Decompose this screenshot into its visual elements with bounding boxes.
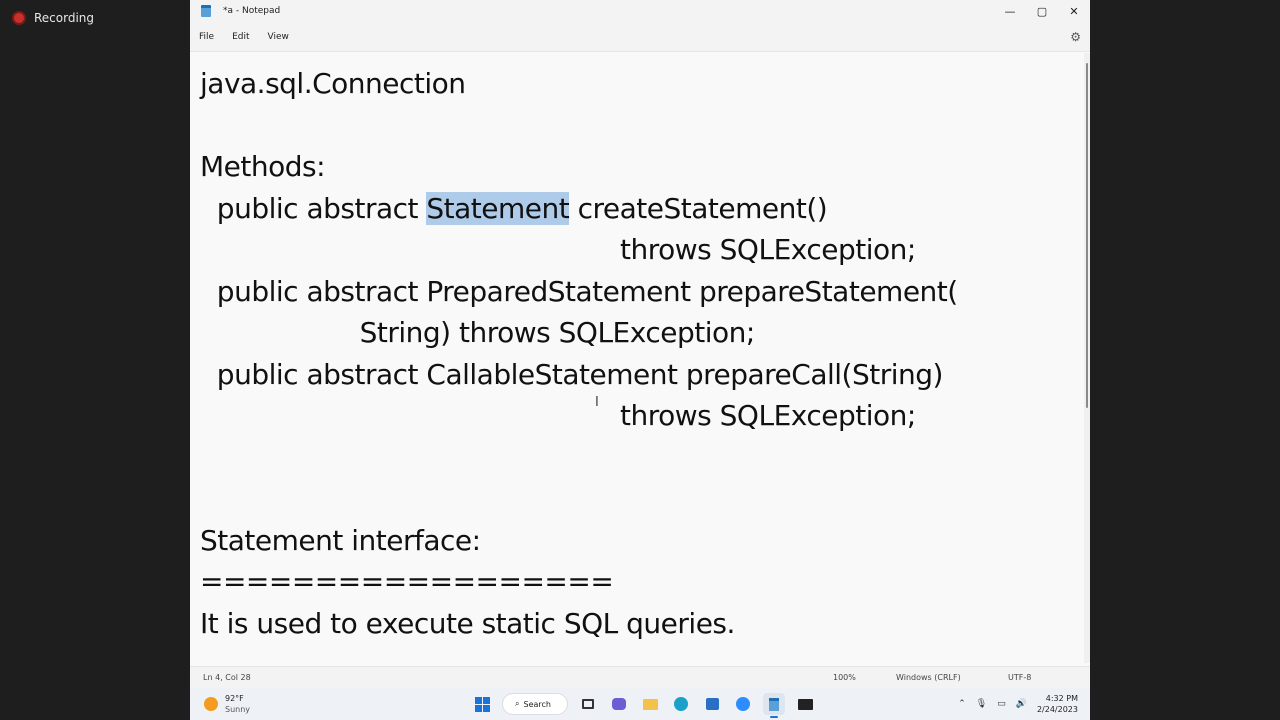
- scrollbar-thumb[interactable]: [1086, 63, 1088, 408]
- active-indicator: [770, 716, 778, 718]
- search-icon: ⌕: [515, 699, 520, 708]
- edge-browser-icon[interactable]: [670, 693, 692, 715]
- notepad-window: *a - Notepad — ▢ ✕ File Edit View ⚙ java…: [190, 0, 1090, 688]
- sun-icon: [204, 697, 218, 711]
- recording-label: Recording: [34, 11, 95, 25]
- menu-view[interactable]: View: [259, 32, 298, 42]
- status-bar: Ln 4, Col 28 100% Windows (CRLF) UTF-8: [190, 666, 1090, 688]
- weather-temp: 92°F: [225, 694, 244, 703]
- system-tray: ⌃ 🎙 ▭ 🔊 4:32 PM 2/24/2023: [958, 693, 1078, 715]
- zoom-app-icon[interactable]: [732, 693, 754, 715]
- close-button[interactable]: ✕: [1058, 0, 1090, 22]
- task-view-icon[interactable]: [577, 693, 599, 715]
- text-cursor-icon: I: [595, 395, 599, 410]
- weather-desc: Sunny: [225, 705, 251, 714]
- chevron-up-icon[interactable]: ⌃: [958, 699, 966, 709]
- recording-indicator[interactable]: Recording: [12, 11, 94, 25]
- start-button[interactable]: [471, 693, 493, 715]
- store-icon[interactable]: [701, 693, 723, 715]
- file-explorer-icon[interactable]: [639, 693, 661, 715]
- notepad-icon: [201, 5, 211, 17]
- clock-date: 2/24/2023: [1036, 705, 1078, 714]
- microphone-icon[interactable]: 🎙: [976, 699, 987, 709]
- search-label: Search: [523, 699, 551, 709]
- selected-text[interactable]: Statement: [426, 191, 570, 225]
- volume-icon[interactable]: 🔊: [1016, 699, 1027, 709]
- terminal-icon[interactable]: [794, 693, 816, 715]
- weather-widget[interactable]: 92°F Sunny: [204, 693, 250, 715]
- line-ending: Windows (CRLF): [896, 673, 961, 682]
- clock-time: 4:32 PM: [1045, 694, 1078, 703]
- zoom-level: 100%: [833, 673, 856, 682]
- title-bar[interactable]: *a - Notepad — ▢ ✕: [190, 0, 1090, 22]
- chat-icon[interactable]: [608, 693, 630, 715]
- vertical-scrollbar[interactable]: [1084, 53, 1090, 663]
- network-icon[interactable]: ▭: [997, 699, 1006, 709]
- maximize-button[interactable]: ▢: [1026, 0, 1058, 22]
- cursor-position: Ln 4, Col 28: [203, 673, 251, 682]
- menu-bar: File Edit View ⚙: [190, 22, 1090, 52]
- minimize-button[interactable]: —: [994, 0, 1026, 22]
- encoding: UTF-8: [1008, 673, 1032, 682]
- settings-gear-icon[interactable]: ⚙: [1070, 30, 1081, 44]
- menu-file[interactable]: File: [190, 32, 223, 42]
- record-icon: [12, 11, 26, 25]
- window-title: *a - Notepad: [223, 6, 281, 16]
- windows-logo-icon: [474, 696, 490, 712]
- notepad-taskbar-icon[interactable]: [763, 693, 785, 718]
- window-controls: — ▢ ✕: [994, 0, 1090, 22]
- menu-edit[interactable]: Edit: [223, 32, 258, 42]
- taskbar-search[interactable]: ⌕ Search: [502, 693, 568, 715]
- taskbar: 92°F Sunny ⌕ Search ⌃ 🎙 ▭ 🔊 4:32 PM 2/24…: [190, 688, 1090, 720]
- text-editor[interactable]: java.sql.Connection Methods: public abst…: [190, 53, 1084, 663]
- editor-content[interactable]: java.sql.Connection Methods: public abst…: [200, 63, 1084, 663]
- clock[interactable]: 4:32 PM 2/24/2023: [1037, 693, 1078, 715]
- taskbar-apps: ⌕ Search: [471, 693, 816, 718]
